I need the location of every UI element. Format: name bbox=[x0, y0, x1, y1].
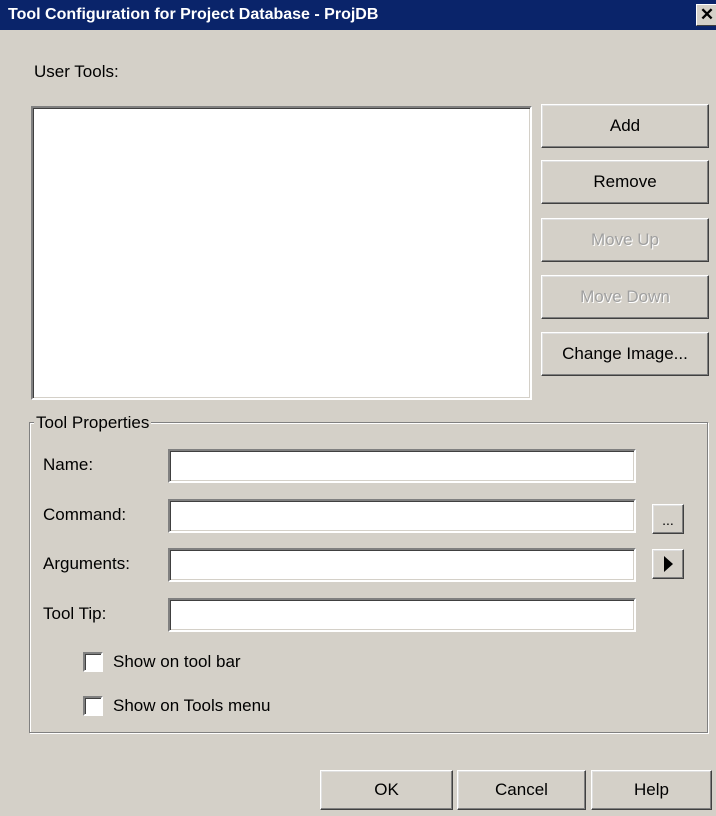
play-triangle-icon bbox=[663, 556, 673, 572]
move-up-button[interactable]: Move Up bbox=[541, 218, 709, 262]
arguments-label: Arguments: bbox=[43, 554, 130, 573]
cancel-button[interactable]: Cancel bbox=[457, 770, 586, 810]
show-toolbar-checkbox[interactable] bbox=[83, 652, 103, 672]
cancel-button-label: Cancel bbox=[495, 780, 548, 799]
move-down-button[interactable]: Move Down bbox=[541, 275, 709, 319]
close-icon: ✕ bbox=[699, 5, 715, 24]
arguments-menu-button[interactable] bbox=[652, 549, 684, 579]
browse-command-label: ... bbox=[662, 512, 674, 528]
arguments-field[interactable] bbox=[168, 548, 636, 582]
name-field[interactable] bbox=[168, 449, 636, 483]
move-up-button-label: Move Up bbox=[590, 230, 660, 249]
user-tools-label: User Tools: bbox=[34, 62, 119, 81]
remove-button-label: Remove bbox=[593, 172, 657, 191]
close-button[interactable]: ✕ bbox=[696, 4, 716, 26]
show-tools-menu-label[interactable]: Show on Tools menu bbox=[113, 696, 271, 716]
add-button-label: Add bbox=[609, 116, 641, 135]
show-toolbar-label[interactable]: Show on tool bar bbox=[113, 652, 241, 672]
title-bar: Tool Configuration for Project Database … bbox=[0, 0, 716, 30]
tool-properties-legend: Tool Properties bbox=[34, 413, 152, 433]
change-image-button[interactable]: Change Image... bbox=[541, 332, 709, 376]
user-tools-list[interactable] bbox=[31, 106, 532, 400]
help-button-label: Help bbox=[634, 780, 669, 799]
ok-button[interactable]: OK bbox=[320, 770, 453, 810]
show-tools-menu-checkbox[interactable] bbox=[83, 696, 103, 716]
name-label: Name: bbox=[43, 455, 94, 474]
help-button[interactable]: Help bbox=[591, 770, 712, 810]
command-field[interactable] bbox=[168, 499, 636, 533]
tooltip-field[interactable] bbox=[168, 598, 636, 632]
window-title: Tool Configuration for Project Database … bbox=[8, 6, 379, 23]
browse-command-button[interactable]: ... bbox=[652, 504, 684, 534]
move-down-button-label: Move Down bbox=[580, 287, 670, 306]
tooltip-label: Tool Tip: bbox=[43, 604, 107, 623]
ok-button-label: OK bbox=[374, 780, 399, 799]
change-image-button-label: Change Image... bbox=[562, 344, 688, 363]
command-label: Command: bbox=[43, 505, 127, 524]
add-button[interactable]: Add bbox=[541, 104, 709, 148]
remove-button[interactable]: Remove bbox=[541, 160, 709, 204]
